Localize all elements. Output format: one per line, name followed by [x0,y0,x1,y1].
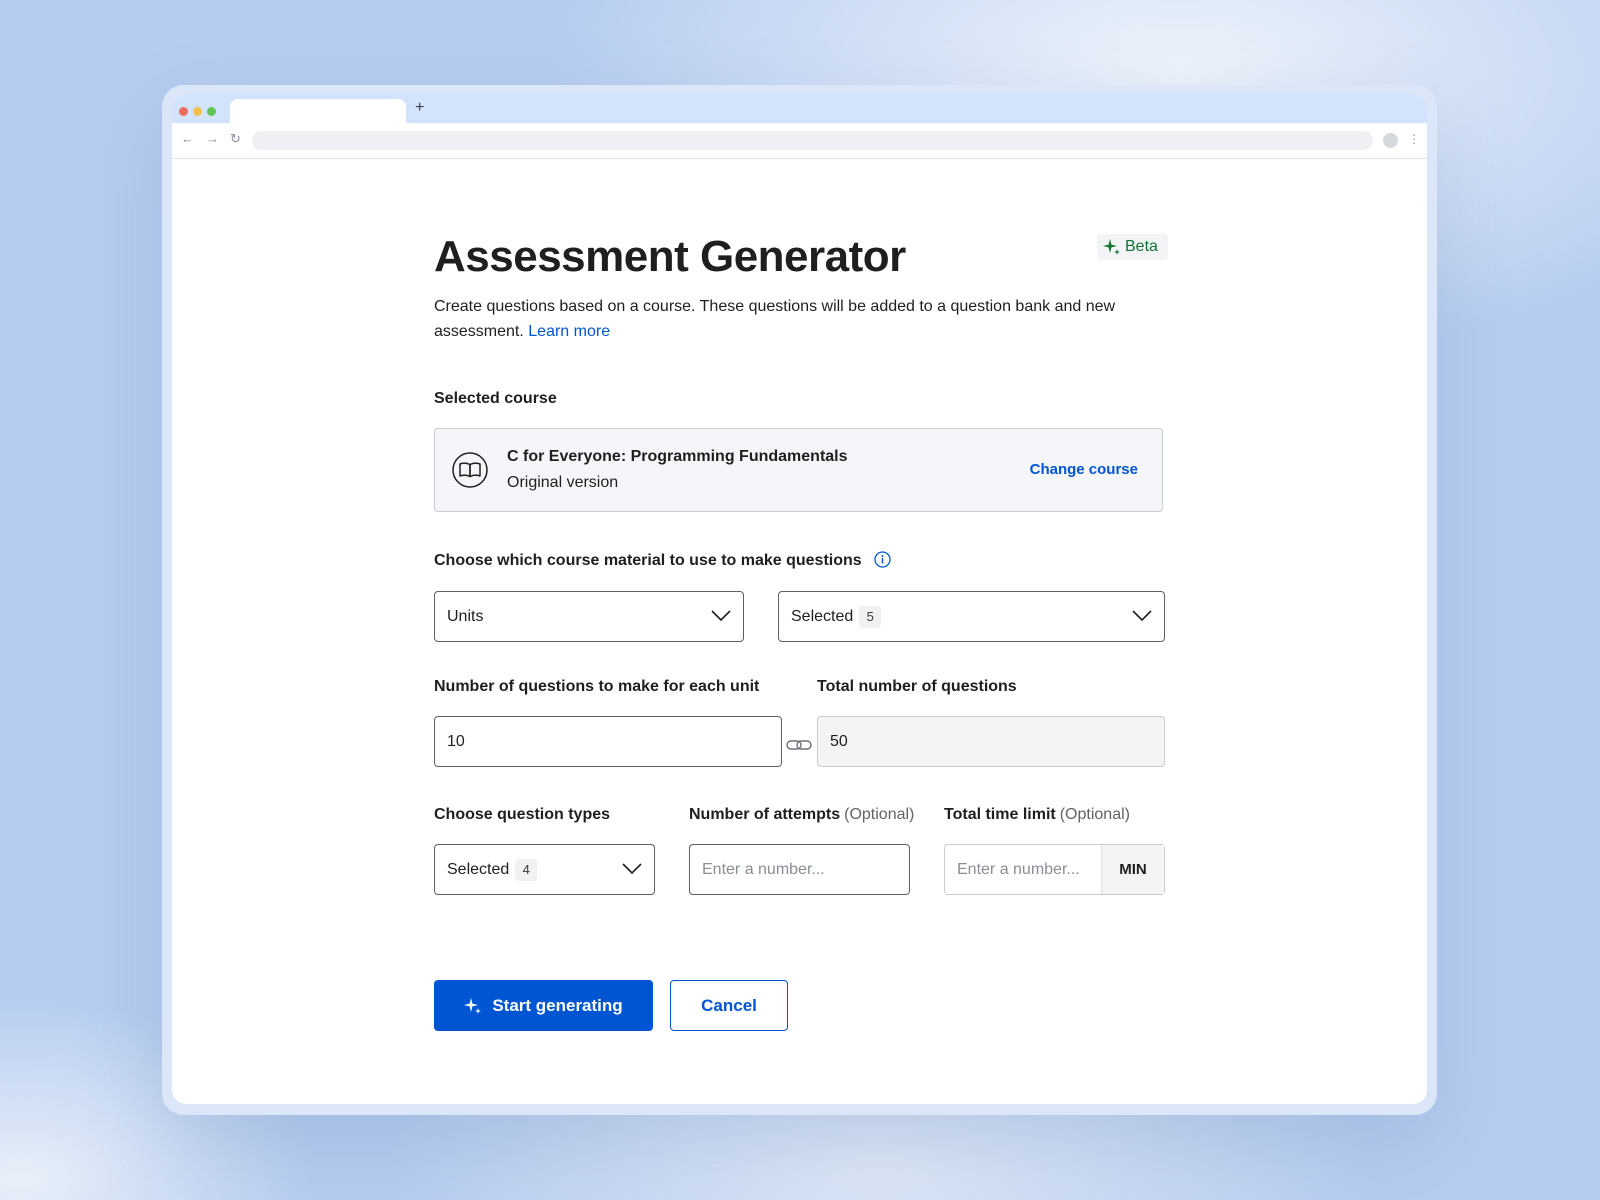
material-selection-select[interactable]: Selected 5 [778,591,1165,642]
total-questions-label: Total number of questions [817,678,1017,695]
cancel-button[interactable]: Cancel [670,980,788,1031]
time-unit-addon: MIN [1101,845,1164,894]
material-selection-value: Selected 5 [791,606,882,628]
info-icon[interactable] [874,551,891,568]
total-questions-input: 50 [817,716,1165,767]
question-types-value: Selected 4 [447,859,538,881]
book-icon [452,452,488,488]
questions-per-unit-input[interactable]: 10 [434,716,782,767]
selected-course-label: Selected course [434,390,557,407]
material-selection-text: Selected [791,608,854,625]
chevron-down-icon [1132,610,1152,622]
sparkle-icon [1103,239,1120,255]
attempts-placeholder: Enter a number... [702,861,825,878]
page-content: Assessment Generator Beta Create questio… [172,94,1427,1104]
time-limit-input[interactable]: Enter a number... MIN [944,844,1165,895]
course-version: Original version [507,474,619,491]
page-description: Create questions based on a course. Thes… [434,294,1134,344]
course-title: C for Everyone: Programming Fundamentals [507,448,848,465]
question-types-count-badge: 4 [515,859,538,881]
course-material-label: Choose which course material to use to m… [434,550,891,572]
time-limit-label-text: Total time limit [944,806,1056,823]
sparkle-icon [464,997,482,1014]
time-limit-label: Total time limit (Optional) [944,804,1130,826]
selected-course-card: C for Everyone: Programming Fundamentals… [434,428,1163,512]
link-icon [786,740,812,750]
material-type-select[interactable]: Units [434,591,744,642]
page-title: Assessment Generator [434,232,906,281]
course-material-label-text: Choose which course material to use to m… [434,552,862,569]
total-questions-value: 50 [830,733,848,750]
beta-label: Beta [1125,238,1158,255]
learn-more-link[interactable]: Learn more [528,323,610,340]
time-limit-placeholder: Enter a number... [957,861,1080,878]
question-types-label: Choose question types [434,806,611,823]
selected-count-badge: 5 [859,606,882,628]
browser-window: + ← → ↻ ⋮ Assessment Generator Beta Crea… [172,94,1427,1104]
attempts-input[interactable]: Enter a number... [689,844,910,895]
start-generating-label: Start generating [492,995,623,1015]
questions-per-unit-label: Number of questions to make for each uni… [434,678,760,695]
question-types-text: Selected [447,861,510,878]
time-limit-optional-text: (Optional) [1059,806,1130,823]
beta-badge: Beta [1097,234,1168,260]
attempts-label: Number of attempts (Optional) [689,804,914,826]
start-generating-button[interactable]: Start generating [434,980,653,1031]
attempts-optional-text: (Optional) [844,806,915,823]
material-type-value: Units [447,608,484,625]
question-types-select[interactable]: Selected 4 [434,844,655,895]
change-course-link[interactable]: Change course [1030,459,1138,481]
chevron-down-icon [711,610,731,622]
chevron-down-icon [622,863,642,875]
questions-per-unit-value: 10 [447,733,465,750]
attempts-label-text: Number of attempts [689,806,841,823]
